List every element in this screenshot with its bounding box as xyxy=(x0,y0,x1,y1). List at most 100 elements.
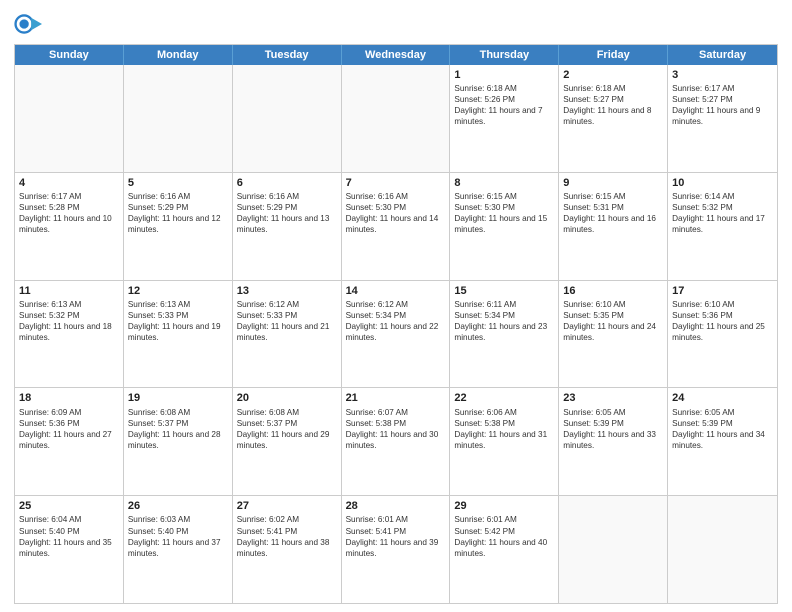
cal-cell-empty xyxy=(233,65,342,172)
cal-week-3: 11Sunrise: 6:13 AM Sunset: 5:32 PM Dayli… xyxy=(15,281,777,389)
day-number: 7 xyxy=(346,176,446,190)
cell-info: Sunrise: 6:13 AM Sunset: 5:32 PM Dayligh… xyxy=(19,299,119,343)
cell-info: Sunrise: 6:17 AM Sunset: 5:27 PM Dayligh… xyxy=(672,83,773,127)
day-number: 5 xyxy=(128,176,228,190)
day-number: 29 xyxy=(454,499,554,513)
day-number: 8 xyxy=(454,176,554,190)
cal-cell-23: 23 Sunrise: 6:05 AM Sunset: 5:39 PM Dayli… xyxy=(559,388,668,495)
day-number: 1 xyxy=(454,68,554,82)
day-number: 13 xyxy=(237,284,337,298)
cell-info: Sunrise: 6:07 AM Sunset: 5:38 PM Dayligh… xyxy=(346,407,446,451)
day-number: 10 xyxy=(672,176,773,190)
logo xyxy=(14,10,46,38)
day-number: 9 xyxy=(563,176,663,190)
cell-info: Sunrise: 6:10 AM Sunset: 5:36 PM Dayligh… xyxy=(672,299,773,343)
cal-cell-13: 13Sunrise: 6:12 AM Sunset: 5:33 PM Dayli… xyxy=(233,281,342,388)
cal-cell-empty xyxy=(342,65,451,172)
day-number: 15 xyxy=(454,284,554,298)
cell-info: Sunrise: 6:08 AM Sunset: 5:37 PM Dayligh… xyxy=(237,407,337,451)
cal-cell-17: 17Sunrise: 6:10 AM Sunset: 5:36 PM Dayli… xyxy=(668,281,777,388)
cal-cell-20: 20Sunrise: 6:08 AM Sunset: 5:37 PM Dayli… xyxy=(233,388,342,495)
cal-cell-18: 18 Sunrise: 6:09 AM Sunset: 5:36 PM Dayli… xyxy=(15,388,124,495)
cal-header-thursday: Thursday xyxy=(450,45,559,65)
cal-cell-27: 27Sunrise: 6:02 AM Sunset: 5:41 PM Dayli… xyxy=(233,496,342,603)
day-number: 28 xyxy=(346,499,446,513)
cal-header-tuesday: Tuesday xyxy=(233,45,342,65)
day-number: 6 xyxy=(237,176,337,190)
cell-info: Sunrise: 6:05 AM Sunset: 5:39 PM Dayligh… xyxy=(672,407,773,451)
cal-cell-21: 21 Sunrise: 6:07 AM Sunset: 5:38 PM Dayli… xyxy=(342,388,451,495)
day-number: 19 xyxy=(128,391,228,405)
cell-info: Sunrise: 6:16 AM Sunset: 5:30 PM Dayligh… xyxy=(346,191,446,235)
cal-cell-22: 22 Sunrise: 6:06 AM Sunset: 5:38 PM Dayli… xyxy=(450,388,559,495)
cell-info: Sunrise: 6:16 AM Sunset: 5:29 PM Dayligh… xyxy=(128,191,228,235)
cal-week-4: 18 Sunrise: 6:09 AM Sunset: 5:36 PM Dayli… xyxy=(15,388,777,496)
day-number: 24 xyxy=(672,391,773,405)
day-number: 11 xyxy=(19,284,119,298)
cell-info: Sunrise: 6:01 AM Sunset: 5:41 PM Dayligh… xyxy=(346,514,446,558)
cal-cell-10: 10Sunrise: 6:14 AM Sunset: 5:32 PM Dayli… xyxy=(668,173,777,280)
cal-cell-6: 6Sunrise: 6:16 AM Sunset: 5:29 PM Daylig… xyxy=(233,173,342,280)
cell-info: Sunrise: 6:06 AM Sunset: 5:38 PM Dayligh… xyxy=(454,407,554,451)
cell-info: Sunrise: 6:12 AM Sunset: 5:33 PM Dayligh… xyxy=(237,299,337,343)
day-number: 22 xyxy=(454,391,554,405)
cal-cell-25: 25Sunrise: 6:04 AM Sunset: 5:40 PM Dayli… xyxy=(15,496,124,603)
day-number: 14 xyxy=(346,284,446,298)
cal-header-monday: Monday xyxy=(124,45,233,65)
cell-info: Sunrise: 6:18 AM Sunset: 5:26 PM Dayligh… xyxy=(454,83,554,127)
cal-cell-28: 28Sunrise: 6:01 AM Sunset: 5:41 PM Dayli… xyxy=(342,496,451,603)
cal-cell-empty xyxy=(668,496,777,603)
cell-info: Sunrise: 6:03 AM Sunset: 5:40 PM Dayligh… xyxy=(128,514,228,558)
cell-info: Sunrise: 6:16 AM Sunset: 5:29 PM Dayligh… xyxy=(237,191,337,235)
cal-cell-empty xyxy=(559,496,668,603)
cal-cell-2: 2Sunrise: 6:18 AM Sunset: 5:27 PM Daylig… xyxy=(559,65,668,172)
cell-info: Sunrise: 6:04 AM Sunset: 5:40 PM Dayligh… xyxy=(19,514,119,558)
cell-info: Sunrise: 6:12 AM Sunset: 5:34 PM Dayligh… xyxy=(346,299,446,343)
cal-cell-29: 29Sunrise: 6:01 AM Sunset: 5:42 PM Dayli… xyxy=(450,496,559,603)
cal-cell-15: 15Sunrise: 6:11 AM Sunset: 5:34 PM Dayli… xyxy=(450,281,559,388)
cal-cell-empty xyxy=(124,65,233,172)
cal-cell-16: 16Sunrise: 6:10 AM Sunset: 5:35 PM Dayli… xyxy=(559,281,668,388)
cell-info: Sunrise: 6:18 AM Sunset: 5:27 PM Dayligh… xyxy=(563,83,663,127)
day-number: 4 xyxy=(19,176,119,190)
day-number: 18 xyxy=(19,391,119,405)
cell-info: Sunrise: 6:05 AM Sunset: 5:39 PM Dayligh… xyxy=(563,407,663,451)
cal-week-5: 25Sunrise: 6:04 AM Sunset: 5:40 PM Dayli… xyxy=(15,496,777,603)
day-number: 16 xyxy=(563,284,663,298)
day-number: 2 xyxy=(563,68,663,82)
cell-info: Sunrise: 6:17 AM Sunset: 5:28 PM Dayligh… xyxy=(19,191,119,235)
cell-info: Sunrise: 6:11 AM Sunset: 5:34 PM Dayligh… xyxy=(454,299,554,343)
cal-cell-1: 1Sunrise: 6:18 AM Sunset: 5:26 PM Daylig… xyxy=(450,65,559,172)
cell-info: Sunrise: 6:09 AM Sunset: 5:36 PM Dayligh… xyxy=(19,407,119,451)
cal-cell-3: 3Sunrise: 6:17 AM Sunset: 5:27 PM Daylig… xyxy=(668,65,777,172)
cal-cell-11: 11Sunrise: 6:13 AM Sunset: 5:32 PM Dayli… xyxy=(15,281,124,388)
cal-header-wednesday: Wednesday xyxy=(342,45,451,65)
header xyxy=(14,10,778,38)
day-number: 25 xyxy=(19,499,119,513)
day-number: 21 xyxy=(346,391,446,405)
logo-icon xyxy=(14,10,42,38)
cal-header-sunday: Sunday xyxy=(15,45,124,65)
cal-cell-5: 5Sunrise: 6:16 AM Sunset: 5:29 PM Daylig… xyxy=(124,173,233,280)
cal-cell-4: 4Sunrise: 6:17 AM Sunset: 5:28 PM Daylig… xyxy=(15,173,124,280)
cell-info: Sunrise: 6:01 AM Sunset: 5:42 PM Dayligh… xyxy=(454,514,554,558)
cell-info: Sunrise: 6:15 AM Sunset: 5:31 PM Dayligh… xyxy=(563,191,663,235)
cal-header-saturday: Saturday xyxy=(668,45,777,65)
day-number: 12 xyxy=(128,284,228,298)
day-number: 26 xyxy=(128,499,228,513)
cal-cell-26: 26Sunrise: 6:03 AM Sunset: 5:40 PM Dayli… xyxy=(124,496,233,603)
cal-cell-14: 14Sunrise: 6:12 AM Sunset: 5:34 PM Dayli… xyxy=(342,281,451,388)
cal-header-friday: Friday xyxy=(559,45,668,65)
day-number: 27 xyxy=(237,499,337,513)
page: SundayMondayTuesdayWednesdayThursdayFrid… xyxy=(0,0,792,612)
calendar-header: SundayMondayTuesdayWednesdayThursdayFrid… xyxy=(15,45,777,65)
cell-info: Sunrise: 6:02 AM Sunset: 5:41 PM Dayligh… xyxy=(237,514,337,558)
cal-cell-7: 7Sunrise: 6:16 AM Sunset: 5:30 PM Daylig… xyxy=(342,173,451,280)
day-number: 23 xyxy=(563,391,663,405)
cal-cell-empty xyxy=(15,65,124,172)
cal-week-2: 4Sunrise: 6:17 AM Sunset: 5:28 PM Daylig… xyxy=(15,173,777,281)
day-number: 3 xyxy=(672,68,773,82)
cell-info: Sunrise: 6:08 AM Sunset: 5:37 PM Dayligh… xyxy=(128,407,228,451)
cal-cell-12: 12Sunrise: 6:13 AM Sunset: 5:33 PM Dayli… xyxy=(124,281,233,388)
cell-info: Sunrise: 6:15 AM Sunset: 5:30 PM Dayligh… xyxy=(454,191,554,235)
